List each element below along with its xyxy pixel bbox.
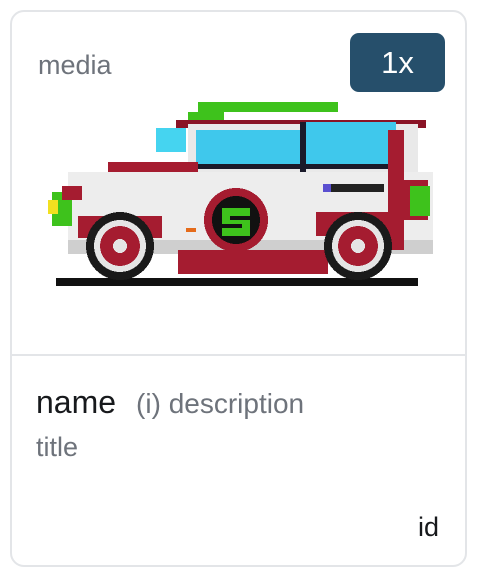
zoom-badge[interactable]: 1x [350, 33, 445, 92]
name-row: name (i) description [36, 384, 304, 421]
media-label: media [38, 50, 112, 80]
description-text: (i) description [136, 388, 305, 419]
media-card[interactable]: media 1x name (i) description title id [10, 10, 467, 567]
car-sprite-image [48, 102, 433, 286]
id-text: id [417, 512, 439, 542]
divider [12, 354, 465, 356]
title-text: title [36, 432, 79, 462]
name-text: name [36, 384, 117, 420]
